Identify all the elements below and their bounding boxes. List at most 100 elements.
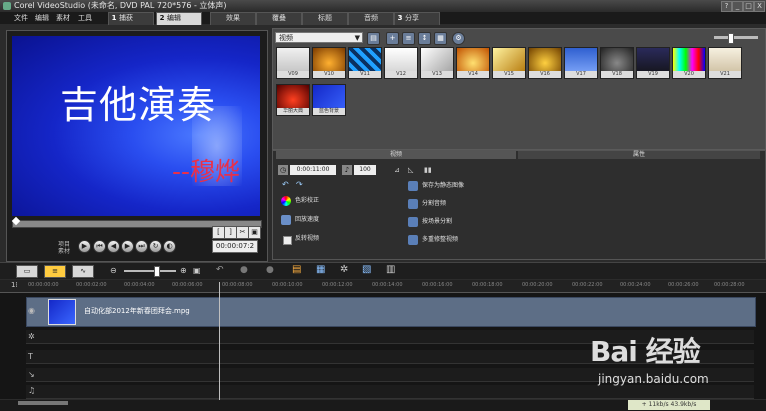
clip-name[interactable]: 自动化部2012年新春团拜会.mpg (84, 306, 190, 316)
playback-speed-label[interactable]: 回放速度 (295, 215, 319, 225)
tab-audio[interactable]: 音频 (348, 12, 394, 25)
fade-in-icon[interactable]: ⊿ (394, 166, 400, 174)
audio-view-icon[interactable]: ∿ (72, 265, 94, 278)
split-audio-label[interactable]: 分割音频 (422, 199, 446, 209)
maximize-button[interactable]: □ (743, 1, 754, 12)
clip-thumbnail[interactable] (48, 299, 76, 325)
duration-field[interactable]: 0:00:11:00 (290, 165, 336, 175)
next-frame-button[interactable]: ▶ (121, 240, 134, 253)
voice-track-icon[interactable]: ↘ (28, 370, 38, 380)
minimize-button[interactable]: _ (732, 1, 743, 12)
repeat-button[interactable]: ↻ (149, 240, 162, 253)
menu-edit[interactable]: 编辑 (35, 12, 49, 24)
folder-icon[interactable]: ▤ (367, 32, 380, 45)
menu-clip[interactable]: 素材 (56, 12, 70, 24)
timecode-field[interactable]: 00:00:07:2 (212, 240, 258, 253)
split-scene-icon[interactable] (408, 217, 418, 227)
library-thumb[interactable]: V17 (564, 47, 598, 79)
playhead[interactable] (219, 282, 220, 400)
save-still-icon[interactable] (408, 181, 418, 191)
preview-window: 吉他演奏 --穆烨 (12, 36, 260, 216)
batch-convert-icon[interactable]: ▥ (386, 264, 395, 275)
storyboard-view-icon[interactable]: ▭ (16, 265, 38, 278)
play-button[interactable]: ▶ (78, 240, 91, 253)
help-button[interactable]: ? (721, 1, 732, 12)
save-still-label[interactable]: 保存为静态图像 (422, 181, 464, 191)
fit-project-icon[interactable]: ▣ (193, 266, 201, 275)
timeline-zoom-slider[interactable] (124, 266, 176, 277)
library-thumb[interactable]: V12 (384, 47, 418, 79)
zoom-out-icon[interactable]: ⊖ (110, 266, 117, 275)
library-thumb[interactable]: V18 (600, 47, 634, 79)
library-category-select[interactable]: 视频 ▼ (275, 32, 363, 43)
tab-title[interactable]: 标题 (302, 12, 348, 25)
undo-icon[interactable]: ↶ (216, 265, 224, 275)
split-scene-label[interactable]: 按场景分割 (422, 217, 452, 227)
library-thumb[interactable]: V20 (672, 47, 706, 79)
sort-icon[interactable]: ↕ (418, 32, 431, 45)
color-correction-icon[interactable] (281, 196, 291, 206)
zoom-in-icon[interactable]: ⊕ (180, 266, 187, 275)
system-volume-icon[interactable]: ◐ (163, 240, 176, 253)
slider-handle[interactable] (728, 33, 734, 44)
tab-effect[interactable]: 效果 (210, 12, 256, 25)
library-thumb[interactable]: V19 (636, 47, 670, 79)
menu-file[interactable]: 文件 (14, 12, 28, 24)
library-thumb[interactable]: V11 (348, 47, 382, 79)
library-thumb[interactable]: V10 (312, 47, 346, 79)
timeline-scrollbar[interactable] (18, 401, 68, 405)
library-thumb[interactable]: V14 (456, 47, 490, 79)
video-track-icon[interactable]: ◉ (28, 306, 38, 316)
library-manager-icon[interactable]: ≡ (402, 32, 415, 45)
tab-attribute-options[interactable]: 属性 (518, 151, 760, 159)
library-thumb[interactable]: 蓝色背景 (312, 84, 346, 116)
home-button[interactable]: ⏮ (93, 240, 106, 253)
tab-edit[interactable]: 2 编辑 (156, 12, 202, 25)
music-track-icon[interactable]: ♫ (28, 386, 38, 396)
tab-share[interactable]: 3 分享 (394, 12, 440, 25)
view-icon[interactable]: ▦ (434, 32, 447, 45)
rotate-left-icon[interactable]: ↶ (282, 180, 289, 189)
multi-trim-icon[interactable] (408, 235, 418, 245)
library-thumb[interactable]: V16 (528, 47, 562, 79)
clip-mode-label[interactable]: 素材 (58, 246, 70, 255)
tab-video-options[interactable]: 视频 (276, 151, 516, 159)
split-audio-icon[interactable] (408, 199, 418, 209)
audio-bars-icon[interactable]: ▮▮ (424, 166, 432, 174)
volume-field[interactable]: 100 (354, 165, 376, 175)
end-button[interactable]: ⏭ (135, 240, 148, 253)
playback-speed-icon[interactable] (281, 215, 291, 225)
smart-proxy-icon[interactable]: ✲ (340, 264, 348, 275)
tab-capture[interactable]: 1 捕获 (108, 12, 154, 25)
menu-tools[interactable]: 工具 (78, 12, 92, 24)
reverse-video-label[interactable]: 反转视频 (295, 234, 319, 244)
timeline-view-icon[interactable]: ≡ (44, 265, 66, 278)
title-track-icon[interactable]: T (28, 352, 38, 362)
color-correction-label[interactable]: 色彩校正 (295, 196, 319, 206)
library-thumb[interactable]: V09 (276, 47, 310, 79)
library-thumb[interactable]: V21 (708, 47, 742, 79)
chapter-point-icon[interactable]: ▧ (362, 264, 371, 275)
reverse-video-checkbox[interactable] (283, 236, 292, 245)
auto-music-icon[interactable]: ▦ (316, 264, 325, 275)
redo-icon[interactable]: ● (240, 265, 248, 275)
add-media-icon[interactable]: + (386, 32, 399, 45)
thumbnail-size-slider[interactable] (714, 33, 758, 44)
options-icon[interactable]: ⚙ (452, 32, 465, 45)
network-speed-badge: + 11kb/s 43.9kb/s (628, 400, 710, 410)
enlarge-preview-icon[interactable]: ▣ (248, 226, 261, 239)
multi-trim-label[interactable]: 多重修整视频 (422, 235, 458, 245)
track-panel-icon[interactable]: 1⁞ (11, 281, 18, 289)
library-thumb[interactable]: 华丽大典 (276, 84, 310, 116)
overlay-track-icon[interactable]: ✲ (28, 332, 38, 342)
tab-overlay[interactable]: 覆叠 (256, 12, 302, 25)
library-thumb[interactable]: V15 (492, 47, 526, 79)
library-thumb[interactable]: V13 (420, 47, 454, 79)
fade-out-icon[interactable]: ◺ (408, 166, 413, 174)
track-manager-icon[interactable]: ▤ (292, 264, 301, 275)
record-icon[interactable]: ● (266, 265, 274, 275)
slider-handle[interactable] (154, 266, 160, 277)
previous-frame-button[interactable]: ◀ (107, 240, 120, 253)
rotate-right-icon[interactable]: ↷ (296, 180, 303, 189)
close-button[interactable]: X (754, 1, 765, 12)
